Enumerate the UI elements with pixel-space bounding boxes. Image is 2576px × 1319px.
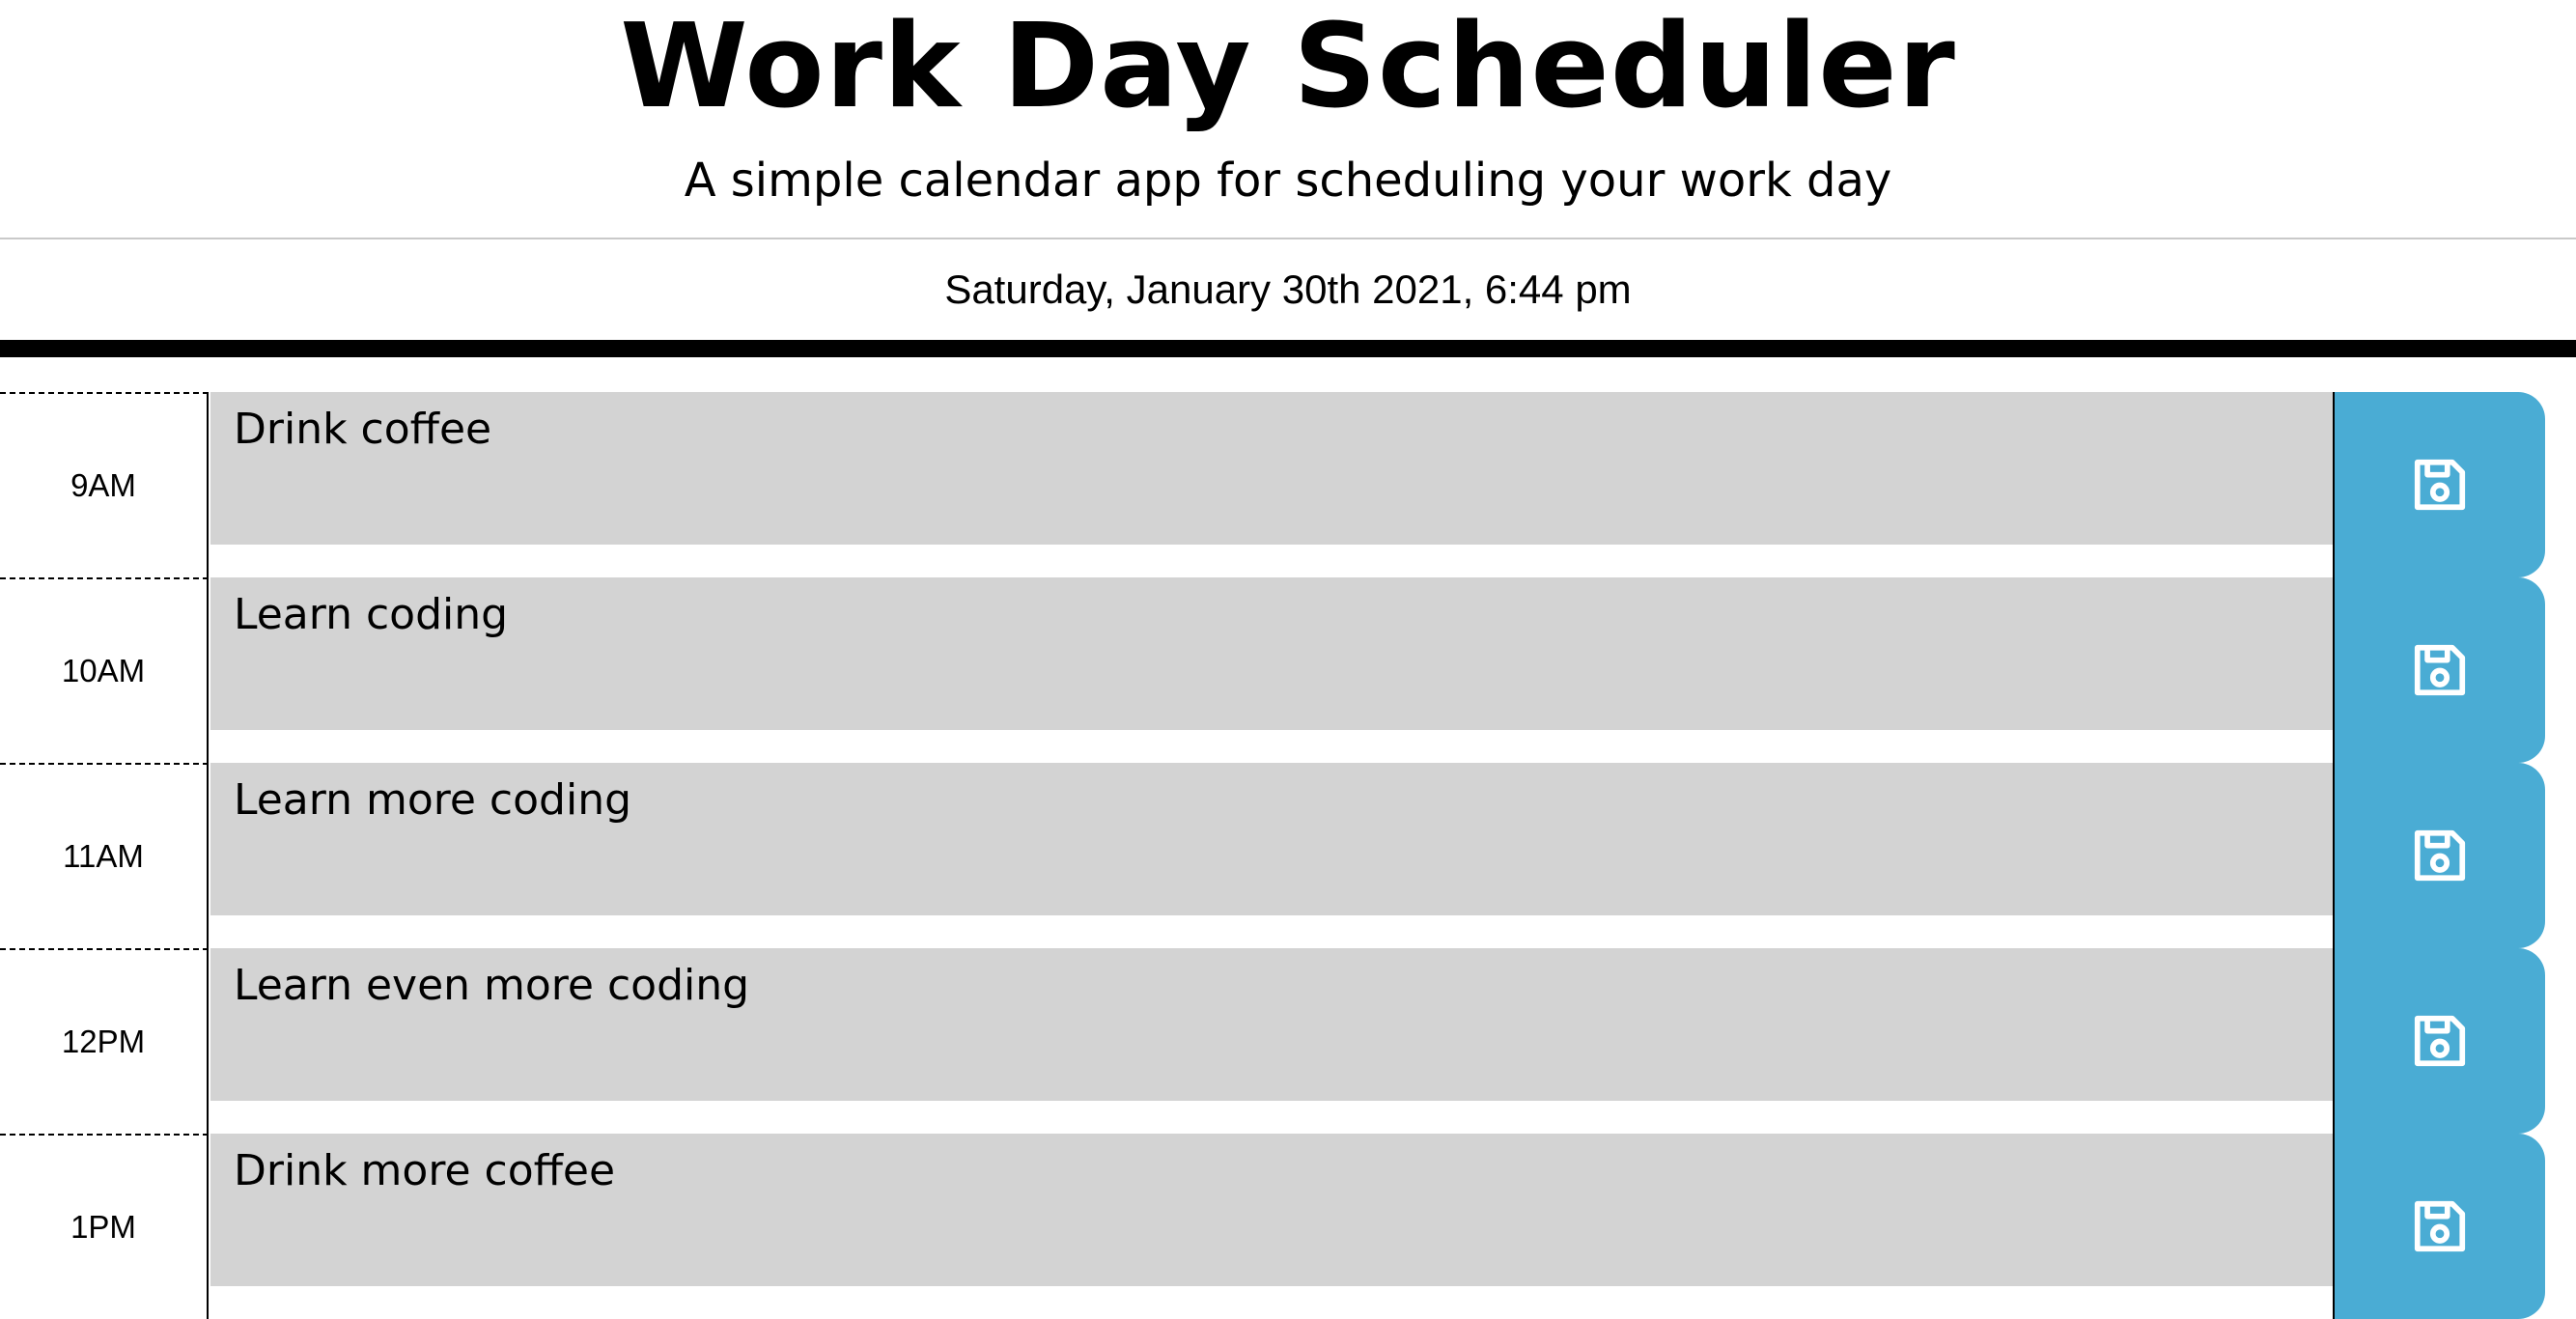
description-input[interactable]: Learn more coding [210,763,2333,915]
time-block: 12PM Learn even more coding [0,948,2576,1134]
description-input[interactable]: Learn even more coding [210,948,2333,1101]
hour-label: 12PM [0,948,209,1134]
floppy-disk-icon [2414,644,2466,696]
description-input[interactable]: Drink coffee [210,392,2333,545]
hour-label: 1PM [0,1134,209,1319]
save-button[interactable] [2333,948,2545,1134]
save-button[interactable] [2333,763,2545,948]
save-button[interactable] [2333,1134,2545,1319]
floppy-disk-icon [2414,1200,2466,1252]
hour-label: 10AM [0,577,209,763]
page-subtitle: A simple calendar app for scheduling you… [684,154,1892,208]
page-header: Work Day Scheduler A simple calendar app… [0,0,2576,357]
time-block: 1PM Drink more coffee [0,1134,2576,1319]
floppy-disk-icon [2414,459,2466,511]
save-button[interactable] [2333,392,2545,577]
current-day: Saturday, January 30th 2021, 6:44 pm [944,267,1632,312]
header-border [0,340,2576,357]
time-block: 9AM Drink coffee [0,392,2576,577]
description-input[interactable]: Learn coding [210,577,2333,730]
description-input[interactable]: Drink more coffee [210,1134,2333,1286]
save-button[interactable] [2333,577,2545,763]
hour-label: 9AM [0,392,209,577]
divider [0,238,2576,239]
page-title: Work Day Scheduler [620,0,1956,134]
time-block: 11AM Learn more coding [0,763,2576,948]
floppy-disk-icon [2414,829,2466,882]
hour-label: 11AM [0,763,209,948]
floppy-disk-icon [2414,1015,2466,1067]
time-block: 10AM Learn coding [0,577,2576,763]
